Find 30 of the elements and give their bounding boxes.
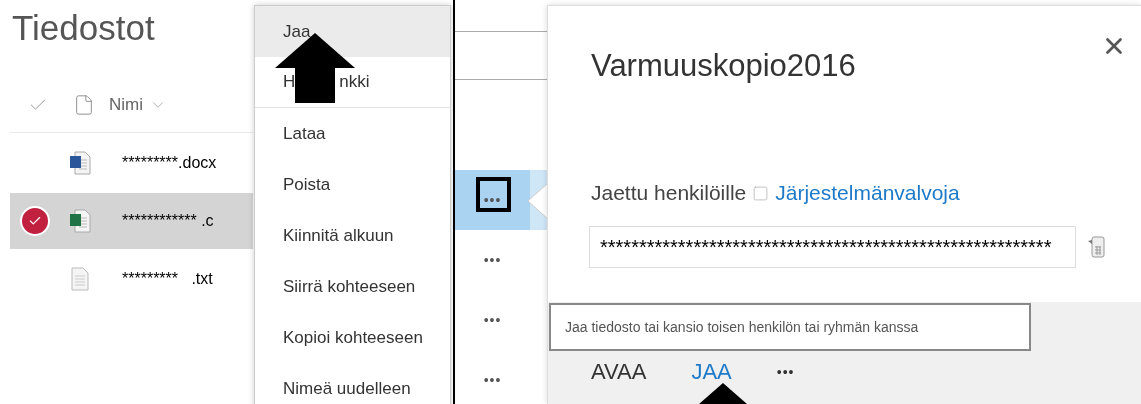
selected-check-icon[interactable]	[20, 206, 50, 236]
menu-item[interactable]: Kiinnitä alkuun	[255, 210, 450, 261]
dialog-action[interactable]: AVAA	[591, 358, 647, 386]
more-actions-button[interactable]: •••	[455, 230, 530, 290]
file-name[interactable]: ********* .txt	[122, 267, 213, 291]
shared-with-link[interactable]: Järjestelmänvalvoja	[775, 177, 960, 209]
more-actions-button[interactable]: •••	[455, 350, 530, 404]
dialog-action[interactable]: •••	[776, 358, 795, 386]
dialog-action[interactable]: JAA	[691, 358, 732, 386]
menu-item[interactable]: Kopioi kohteeseen	[255, 312, 450, 363]
menu-item[interactable]: Nimeä uudelleen	[255, 363, 450, 404]
name-column-header[interactable]: Nimi	[109, 92, 167, 118]
menu-item[interactable]: Siirrä kohteeseen	[255, 261, 450, 312]
dialog-title: Varmuuskopio2016	[591, 47, 856, 85]
tooltip: Jaa tiedosto tai kansio toisen henkilön tai ryhmän kanssa	[549, 303, 1031, 351]
shared-with-label: Jaettu henkilöille	[591, 180, 747, 207]
page-title: Tiedostot	[12, 8, 155, 48]
highlight-frame	[476, 177, 511, 212]
menu-item[interactable]: Jaa	[255, 6, 450, 57]
file-name[interactable]: ************ .c	[122, 209, 214, 233]
text-file-icon	[71, 267, 89, 291]
menu-item[interactable]: Lataa	[255, 108, 450, 159]
file-name[interactable]: *********.docx	[122, 151, 217, 175]
word-document-icon	[69, 151, 91, 175]
more-actions-button[interactable]: •••	[455, 290, 530, 350]
link-field[interactable]: **********************************************************	[589, 226, 1076, 268]
spreadsheet-icon	[69, 209, 91, 233]
file-type-icon	[73, 94, 95, 116]
file-row[interactable]: ************ .c	[10, 193, 253, 249]
menu-item[interactable]: Poista	[255, 159, 450, 210]
